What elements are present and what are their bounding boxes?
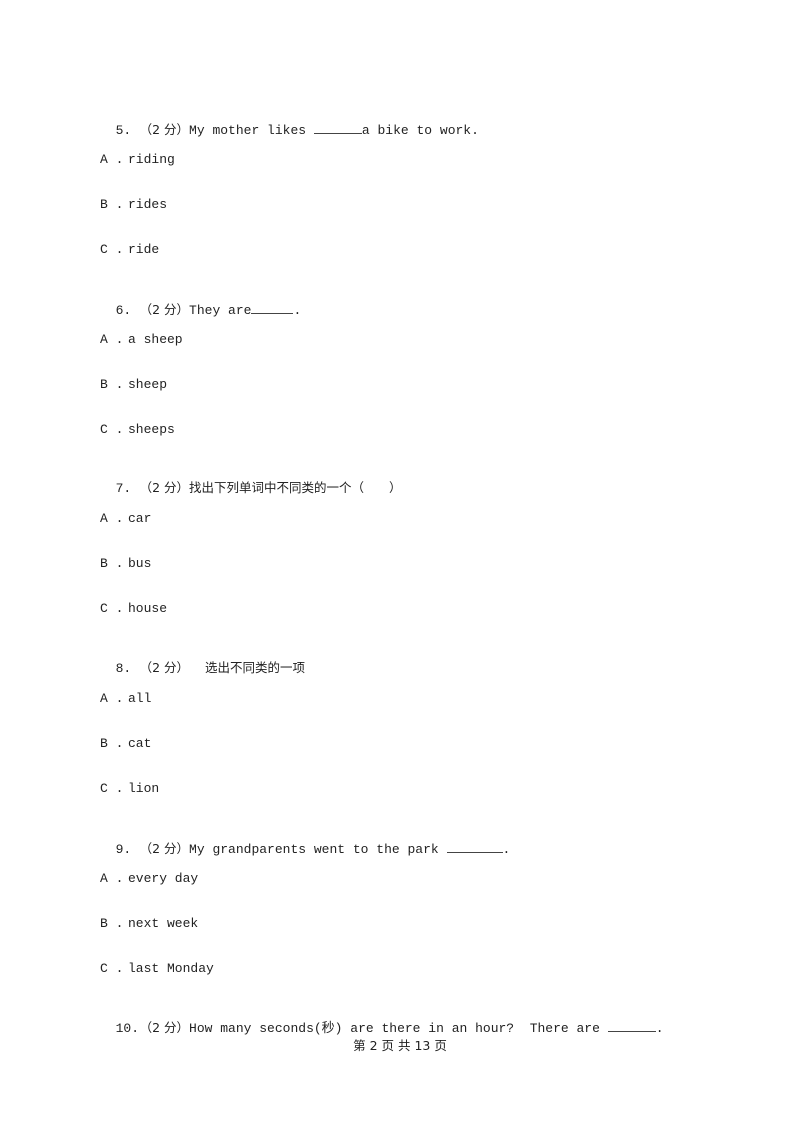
option-letter: A . xyxy=(100,152,124,167)
option-letter: B . xyxy=(100,197,124,212)
option-letter: A . xyxy=(100,871,124,886)
question-text: My grandparents went to the park xyxy=(189,842,447,857)
option-letter: A . xyxy=(100,691,124,706)
question-number: 6. xyxy=(115,303,132,318)
option-c[interactable]: C . last Monday xyxy=(100,961,214,977)
answer-blank xyxy=(607,1019,656,1032)
option-letter: B . xyxy=(100,377,124,392)
question-text-after: . xyxy=(293,303,302,318)
question-score: （2 分） xyxy=(139,660,190,675)
question-6: 6. （2 分）They are. xyxy=(100,285,302,319)
question-number: 7. xyxy=(115,481,132,496)
question-text: How many seconds(秒) are there in an hour… xyxy=(189,1021,608,1036)
option-b[interactable]: B . cat xyxy=(100,736,151,752)
option-text: sheeps xyxy=(128,422,175,437)
option-letter: C . xyxy=(100,422,124,437)
option-text: riding xyxy=(128,152,175,167)
option-a[interactable]: A . every day xyxy=(100,871,198,887)
option-a[interactable]: A . all xyxy=(100,691,151,707)
question-score: （2 分） xyxy=(139,841,190,856)
option-b[interactable]: B . sheep xyxy=(100,377,167,393)
answer-blank xyxy=(251,301,294,314)
option-text: house xyxy=(128,601,168,616)
question-text: My mother likes xyxy=(189,123,314,138)
option-letter: B . xyxy=(100,916,124,931)
question-score: （2 分） xyxy=(139,122,190,137)
option-text: bus xyxy=(128,556,152,571)
option-letter: A . xyxy=(100,511,124,526)
question-number: 9. xyxy=(115,842,132,857)
question-number: 5. xyxy=(115,123,132,138)
question-8: 8. （2 分） 选出不同类的一项 xyxy=(100,644,305,677)
option-a[interactable]: A . a sheep xyxy=(100,332,183,348)
question-score: （2 分） xyxy=(139,1020,190,1035)
answer-blank xyxy=(313,121,362,134)
option-text: lion xyxy=(128,781,160,796)
question-score: （2 分） xyxy=(139,302,190,317)
option-c[interactable]: C . ride xyxy=(100,242,159,258)
option-text: cat xyxy=(128,736,152,751)
option-text: ride xyxy=(128,242,160,257)
option-c[interactable]: C . lion xyxy=(100,781,159,797)
question-9: 9. （2 分）My grandparents went to the park … xyxy=(100,824,511,858)
option-b[interactable]: B . next week xyxy=(100,916,198,932)
option-letter: C . xyxy=(100,961,124,976)
option-a[interactable]: A . riding xyxy=(100,152,175,168)
question-number: 8. xyxy=(115,661,132,676)
question-text: 找出下列单词中不同类的一个（ ） xyxy=(189,480,402,495)
option-c[interactable]: C . house xyxy=(100,601,167,617)
option-text: last Monday xyxy=(128,961,214,976)
option-b[interactable]: B . rides xyxy=(100,197,167,213)
question-text-after: . xyxy=(502,842,511,857)
option-b[interactable]: B . bus xyxy=(100,556,151,572)
question-5: 5. （2 分）My mother likes a bike to work. xyxy=(100,105,479,139)
question-text: 选出不同类的一项 xyxy=(189,660,305,675)
option-a[interactable]: A . car xyxy=(100,511,151,527)
option-text: next week xyxy=(128,916,199,931)
question-7: 7. （2 分）找出下列单词中不同类的一个（ ） xyxy=(100,464,402,497)
option-text: car xyxy=(128,511,152,526)
option-letter: A . xyxy=(100,332,124,347)
question-text-after: . xyxy=(655,1021,664,1036)
question-score: （2 分） xyxy=(139,480,190,495)
option-text: rides xyxy=(128,197,168,212)
option-letter: C . xyxy=(100,601,124,616)
question-10: 10.（2 分）How many seconds(秒) are there in… xyxy=(100,1003,664,1037)
option-letter: C . xyxy=(100,242,124,257)
page-number-footer: 第 2 页 共 13 页 xyxy=(353,1038,447,1053)
option-letter: B . xyxy=(100,556,124,571)
option-c[interactable]: C . sheeps xyxy=(100,422,175,438)
option-text: every day xyxy=(128,871,199,886)
option-text: all xyxy=(128,691,152,706)
answer-blank xyxy=(446,840,503,853)
question-text-after: a bike to work. xyxy=(361,123,479,138)
option-text: sheep xyxy=(128,377,168,392)
option-text: a sheep xyxy=(128,332,183,347)
option-letter: C . xyxy=(100,781,124,796)
question-text: They are xyxy=(189,303,252,318)
option-letter: B . xyxy=(100,736,124,751)
